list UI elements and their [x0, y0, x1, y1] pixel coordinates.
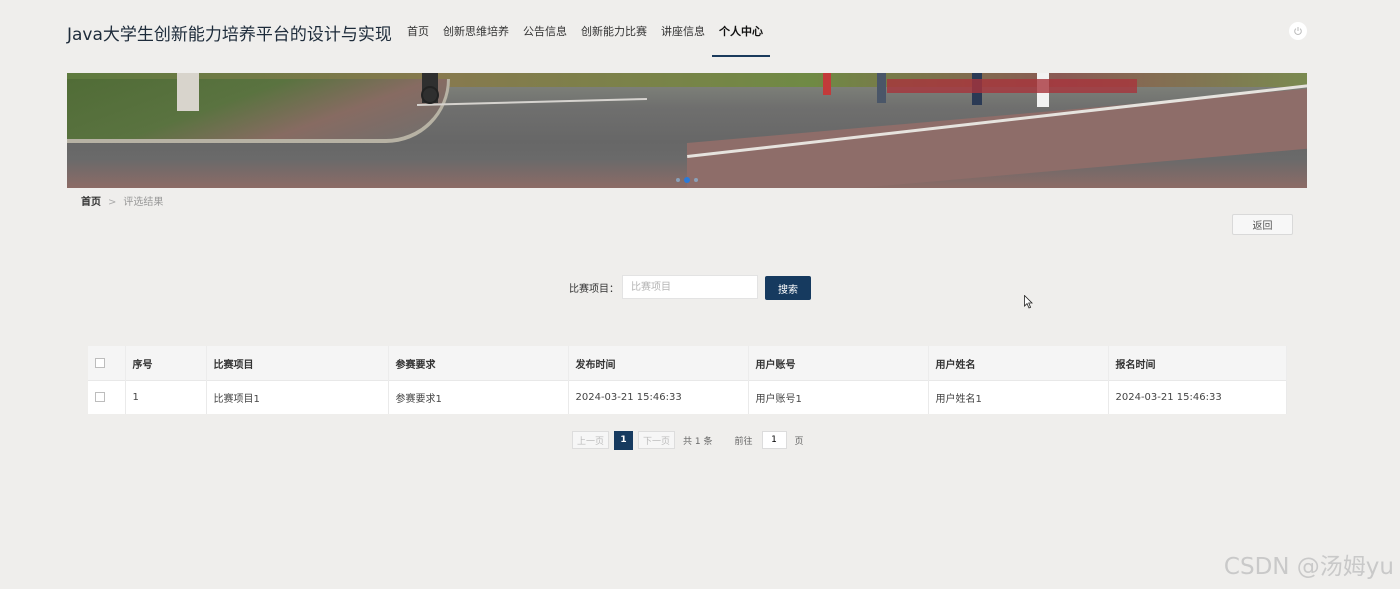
row-select-cell	[88, 380, 126, 414]
nav-item-announcements[interactable]: 公告信息	[516, 0, 574, 64]
banner-image-figures	[177, 73, 1137, 111]
breadcrumb: 首页 > 评选结果	[81, 193, 163, 208]
nav-item-home[interactable]: 首页	[400, 0, 436, 64]
column-header: 用户账号	[748, 346, 929, 381]
breadcrumb-current: 评选结果	[123, 197, 164, 208]
goto-label: 前往	[734, 436, 753, 447]
nav-item-innovation-thinking[interactable]: 创新思维培养	[436, 0, 516, 64]
main-nav: 首页 创新思维培养 公告信息 创新能力比赛 讲座信息 个人中心	[400, 0, 770, 64]
table-cell: 2024-03-21 15:46:33	[1108, 380, 1287, 414]
breadcrumb-separator: >	[108, 197, 117, 208]
nav-item-competitions[interactable]: 创新能力比赛	[574, 0, 654, 64]
total-count: 共 1 条	[683, 436, 713, 447]
breadcrumb-home[interactable]: 首页	[81, 197, 101, 208]
logout-button[interactable]	[1289, 22, 1307, 40]
site-title: Java大学生创新能力培养平台的设计与实现	[67, 25, 392, 45]
table-cell: 参赛要求1	[388, 380, 569, 414]
column-header: 参赛要求	[388, 346, 569, 381]
watermark: CSDN @汤姆yu	[1223, 554, 1394, 580]
search-button[interactable]: 搜索	[765, 276, 811, 300]
power-icon	[1294, 27, 1302, 35]
table-cell: 1	[125, 380, 207, 414]
search-input[interactable]	[622, 275, 758, 299]
table-row[interactable]: 1 比赛项目1 参赛要求1 2024-03-21 15:46:33 用户账号1 …	[88, 380, 1287, 414]
table-header-row: 序号 比赛项目 参赛要求 发布时间 用户账号 用户姓名 报名时间	[88, 346, 1287, 381]
search-label: 比赛项目：	[569, 284, 619, 295]
column-header: 报名时间	[1108, 346, 1287, 381]
back-button[interactable]: 返回	[1232, 214, 1293, 235]
table-cell: 比赛项目1	[206, 380, 389, 414]
mouse-cursor-icon	[1024, 295, 1033, 309]
column-header: 比赛项目	[206, 346, 389, 381]
carousel-dot-active[interactable]	[684, 177, 690, 183]
nav-item-lectures[interactable]: 讲座信息	[654, 0, 712, 64]
column-header: 序号	[125, 346, 207, 381]
banner-carousel[interactable]	[67, 73, 1307, 188]
prev-page-button[interactable]: 上一页	[572, 431, 610, 449]
next-page-button[interactable]: 下一页	[638, 431, 676, 449]
column-header: 用户姓名	[928, 346, 1109, 381]
carousel-indicators	[676, 177, 698, 183]
table-cell: 2024-03-21 15:46:33	[568, 380, 749, 414]
table-cell: 用户姓名1	[928, 380, 1109, 414]
table-cell: 用户账号1	[748, 380, 929, 414]
carousel-dot[interactable]	[676, 178, 680, 182]
page-number-current[interactable]: 1	[614, 430, 634, 450]
nav-item-personal-center[interactable]: 个人中心	[712, 0, 770, 64]
page-suffix: 页	[794, 436, 804, 447]
header: Java大学生创新能力培养平台的设计与实现 首页 创新思维培养 公告信息 创新能…	[0, 0, 1400, 64]
pagination: 上一页 1 下一页 共 1 条 前往 页	[572, 430, 804, 450]
select-all-cell	[88, 346, 126, 381]
carousel-dot[interactable]	[694, 178, 698, 182]
results-table: 序号 比赛项目 参赛要求 发布时间 用户账号 用户姓名 报名时间 1 比赛项目1…	[88, 346, 1287, 414]
select-all-checkbox[interactable]	[95, 357, 105, 368]
row-checkbox[interactable]	[95, 392, 105, 402]
goto-page-input[interactable]	[761, 431, 787, 449]
column-header: 发布时间	[568, 346, 749, 381]
